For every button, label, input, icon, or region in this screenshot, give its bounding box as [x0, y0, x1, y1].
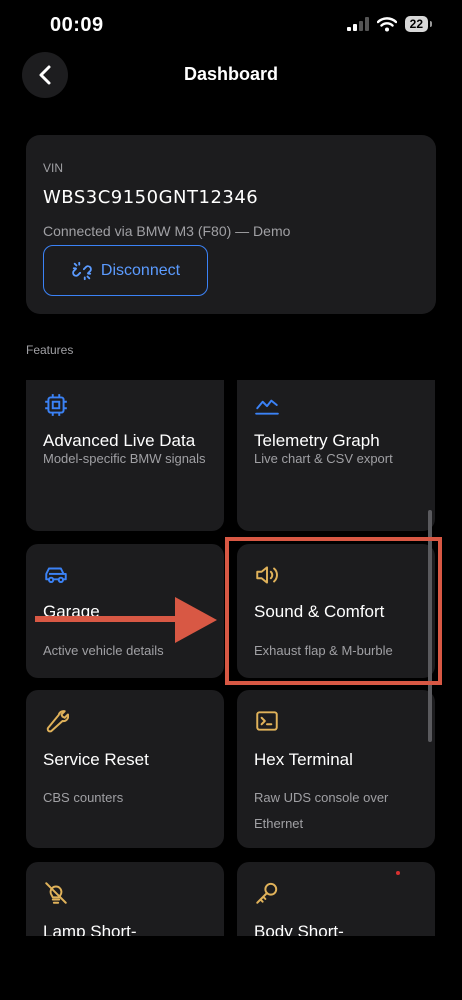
highlight-box: [225, 537, 442, 685]
status-time: 00:09: [50, 14, 104, 36]
battery-indicator: 22: [404, 16, 433, 32]
feature-card-service-reset[interactable]: Service Reset CBS counters: [26, 690, 224, 848]
chip-icon: [45, 394, 67, 416]
disconnect-button[interactable]: Disconnect: [43, 245, 208, 296]
feature-title: Hex Terminal: [254, 750, 353, 769]
page-title: Dashboard: [183, 64, 279, 84]
feature-title: Body Short-: [254, 922, 344, 936]
feature-title: Service Reset: [43, 750, 149, 769]
wrench-icon: [46, 710, 69, 733]
vin-value: WBS3C9150GNT12346: [43, 187, 259, 208]
key-icon: [256, 882, 278, 904]
status-icons: 22: [346, 16, 433, 32]
lamp-icon: [45, 882, 67, 904]
connection-status: Connected via BMW M3 (F80) — Demo: [43, 223, 291, 239]
feature-title: Lamp Short-: [43, 922, 137, 936]
feature-card-lamp-short[interactable]: Lamp Short-: [26, 862, 224, 936]
vehicle-card: VIN WBS3C9150GNT12346 Connected via BMW …: [26, 135, 436, 314]
arrow-icon: [35, 597, 217, 643]
cellular-signal-icon: [346, 17, 369, 31]
nav-bar: Dashboard: [0, 52, 462, 98]
vin-label: VIN: [43, 161, 64, 175]
disconnect-label: Disconnect: [100, 261, 181, 279]
feature-subtitle: CBS counters: [43, 790, 124, 805]
notification-dot: [396, 871, 400, 875]
feature-subtitle: Model-specific BMW signals: [43, 451, 206, 466]
features-section-label: Features: [26, 343, 74, 357]
feature-subtitle: Raw UDS console over Ethernet: [254, 790, 389, 831]
status-bar: 00:09 22: [0, 0, 462, 52]
feature-card-hex-terminal[interactable]: Hex Terminal Raw UDS console over Ethern…: [237, 690, 435, 848]
unlink-icon: [72, 261, 92, 280]
car-icon: [45, 567, 67, 584]
feature-card-advanced-live-data[interactable]: Advanced Live Data Model-specific BMW si…: [26, 380, 224, 531]
chart-line-icon: [255, 399, 279, 415]
feature-card-telemetry-graph[interactable]: Telemetry Graph Live chart & CSV export: [237, 380, 435, 531]
feature-card-body-short[interactable]: Body Short-: [237, 862, 435, 936]
wifi-icon: [376, 16, 397, 31]
feature-subtitle: Live chart & CSV export: [254, 451, 393, 466]
terminal-icon: [256, 711, 278, 731]
